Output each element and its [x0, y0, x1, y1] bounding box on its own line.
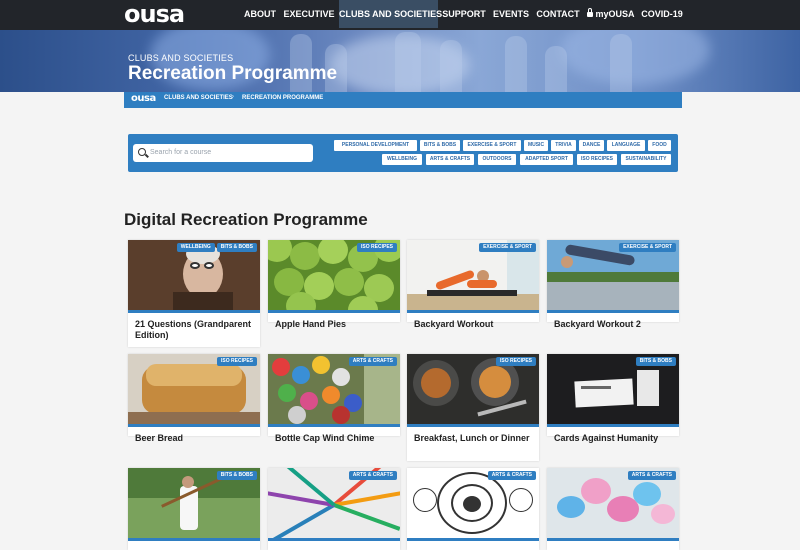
card-badges: ARTS & CRAFTS [348, 471, 397, 480]
course-card[interactable]: BITS & BOBS Cards Against Humanity [547, 354, 679, 443]
card-badge[interactable]: ISO RECIPES [496, 357, 536, 366]
lock-icon [587, 8, 594, 17]
card-title: Backyard Workout [414, 319, 494, 329]
nav-support[interactable]: SUPPORT [442, 0, 486, 28]
search-icon [138, 148, 146, 156]
card-badge[interactable]: ARTS & CRAFTS [348, 471, 397, 480]
course-card[interactable]: ISO RECIPES Apple Hand Pies [268, 240, 400, 329]
card-title: Bottle Cap Wind Chime [275, 433, 375, 443]
card-badges: ISO RECIPES [217, 357, 257, 366]
card-badge[interactable]: ARTS & CRAFTS [348, 357, 397, 366]
tag-outdoors[interactable]: OUTDOORS [478, 154, 516, 165]
search-placeholder: Search for a course [150, 149, 212, 156]
course-card[interactable]: ARTS & CRAFTS Bottle Cap Wind Chime [268, 354, 400, 443]
card-badge[interactable]: ARTS & CRAFTS [487, 471, 536, 480]
card-badges: ARTS & CRAFTS [348, 357, 397, 366]
card-badge[interactable]: EXERCISE & SPORT [479, 243, 536, 252]
nav-myousa-label: myOUSA [595, 9, 635, 19]
nav-covid-19[interactable]: COVID-19 [641, 0, 683, 28]
card-badge[interactable]: WELLBEING [176, 243, 215, 252]
course-card[interactable]: ARTS & CRAFTS [407, 468, 539, 550]
page-title: Recreation Programme [128, 63, 338, 84]
course-card[interactable]: EXERCISE & SPORT Backyard Workout 2 [547, 240, 679, 329]
course-card[interactable]: BITS & BOBS [128, 468, 260, 550]
card-badges: BITS & BOBS [216, 471, 257, 480]
nav-contact[interactable]: CONTACT [535, 0, 581, 28]
nav-events[interactable]: EVENTS [493, 0, 529, 28]
breadcrumb: ousa CLUBS AND SOCIETIES › RECREATION PR… [124, 92, 682, 108]
breadcrumb-clubs-and-societies[interactable]: CLUBS AND SOCIETIES [164, 95, 233, 101]
card-title: Cards Against Humanity [554, 433, 659, 443]
card-badge[interactable]: EXERCISE & SPORT [619, 243, 676, 252]
tag-wellbeing[interactable]: WELLBEING [382, 154, 422, 165]
hero-banner [0, 30, 800, 92]
card-title: Breakfast, Lunch or Dinner [414, 433, 530, 443]
course-card[interactable]: EXERCISE & SPORT Backyard Workout [407, 240, 539, 329]
breadcrumb-separator: › [232, 94, 234, 100]
card-badges: ISO RECIPES [357, 243, 397, 252]
card-badge[interactable]: BITS & BOBS [216, 471, 257, 480]
tag-sustainability[interactable]: SUSTAINABILITY [621, 154, 671, 165]
card-title: Beer Bread [135, 433, 184, 443]
nav-myousa[interactable]: myOUSA [587, 0, 635, 28]
course-card[interactable]: WELLBEING BITS & BOBS 21 Questions (Gran… [128, 240, 260, 347]
tag-bits-and-bobs[interactable]: BITS & BOBS [420, 140, 460, 151]
top-navigation: ousa ABOUT EXECUTIVE CLUBS AND SOCIETIES… [0, 0, 800, 30]
course-card[interactable]: ISO RECIPES Breakfast, Lunch or Dinner [407, 354, 539, 461]
nav-executive[interactable]: EXECUTIVE [283, 0, 335, 28]
card-title: Apple Hand Pies [275, 319, 347, 329]
ousa-logo[interactable]: ousa [124, 2, 185, 26]
tag-arts-and-crafts[interactable]: ARTS & CRAFTS [426, 154, 474, 165]
card-badges: ISO RECIPES [496, 357, 536, 366]
tag-personal-development[interactable]: PERSONAL DEVELOPMENT [334, 140, 417, 151]
tag-adapted-sport[interactable]: ADAPTED SPORT [520, 154, 573, 165]
search-input[interactable]: Search for a course [133, 144, 313, 162]
hero-subtitle: CLUBS AND SOCIETIES [128, 53, 234, 63]
tag-exercise-and-sport[interactable]: EXERCISE & SPORT [463, 140, 521, 151]
breadcrumb-home-logo[interactable]: ousa [131, 93, 156, 104]
section-title: Digital Recreation Programme [124, 210, 368, 229]
card-title: Backyard Workout 2 [554, 319, 641, 329]
breadcrumb-recreation-programme: RECREATION PROGRAMME [242, 95, 324, 101]
filter-panel: Search for a course PERSONAL DEVELOPMENT… [128, 134, 678, 172]
course-card[interactable]: ARTS & CRAFTS [268, 468, 400, 550]
tag-iso-recipes[interactable]: ISO RECIPES [577, 154, 617, 165]
course-card[interactable]: ARTS & CRAFTS [547, 468, 679, 550]
tag-dance[interactable]: DANCE [579, 140, 604, 151]
course-card[interactable]: ISO RECIPES Beer Bread [128, 354, 260, 443]
card-badge[interactable]: ARTS & CRAFTS [627, 471, 676, 480]
card-badges: BITS & BOBS [635, 357, 676, 366]
tag-music[interactable]: MUSIC [524, 140, 548, 151]
tag-trivia[interactable]: TRIVIA [551, 140, 576, 151]
tag-food[interactable]: FOOD [648, 140, 671, 151]
card-badges: WELLBEING BITS & BOBS [176, 243, 257, 252]
card-badges: ARTS & CRAFTS [487, 471, 536, 480]
card-badge[interactable]: BITS & BOBS [216, 243, 257, 252]
nav-clubs-and-societies[interactable]: CLUBS AND SOCIETIES [339, 0, 442, 28]
card-badge[interactable]: ISO RECIPES [357, 243, 397, 252]
card-title: 21 Questions (Grandparent Edition) [135, 319, 252, 340]
card-badges: EXERCISE & SPORT [619, 243, 676, 252]
card-badges: EXERCISE & SPORT [479, 243, 536, 252]
card-badges: ARTS & CRAFTS [627, 471, 676, 480]
tag-language[interactable]: LANGUAGE [607, 140, 645, 151]
nav-about[interactable]: ABOUT [242, 0, 278, 28]
card-badge[interactable]: BITS & BOBS [635, 357, 676, 366]
card-badge[interactable]: ISO RECIPES [217, 357, 257, 366]
